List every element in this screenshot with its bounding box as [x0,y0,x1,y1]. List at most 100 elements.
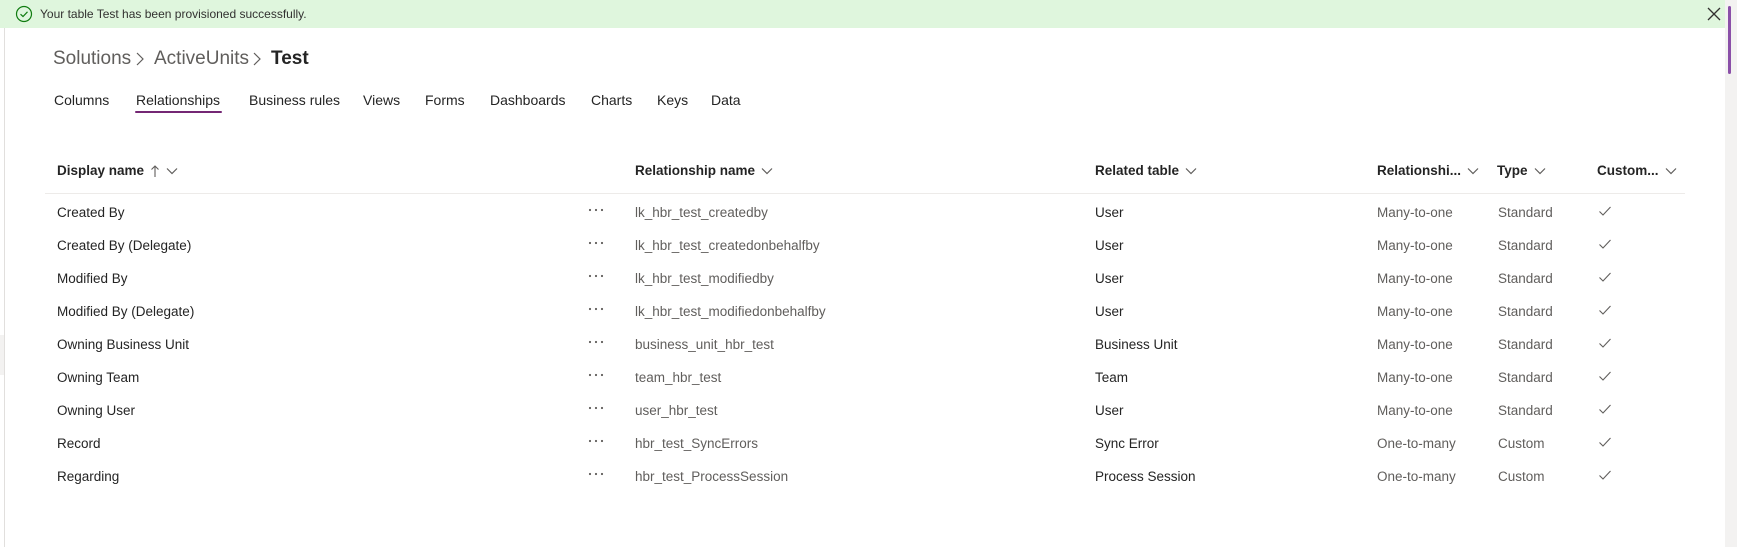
chevron-down-icon [1665,167,1676,174]
cell-related-table: Process Session [1095,469,1196,484]
cell-relationship-name: lk_hbr_test_modifiedby [635,271,774,286]
column-header-label: Relationship name [635,163,756,178]
tab-views[interactable]: Views [363,92,400,108]
cell-relationship-name: team_hbr_test [635,370,722,385]
table-row[interactable]: Owning Business Unit business_unit_hbr_t… [45,328,1685,361]
column-header-relationship-name[interactable]: Relationship name [635,163,773,178]
table-row[interactable]: Owning User user_hbr_test User Many-to-o… [45,394,1685,427]
table-row[interactable]: Regarding hbr_test_ProcessSession Proces… [45,460,1685,493]
column-header-relationship-type[interactable]: Relationshi... [1377,163,1479,178]
cell-relationship-type: Many-to-one [1377,238,1453,253]
chevron-right-icon [253,52,261,66]
more-options-icon[interactable] [586,433,606,449]
cell-related-table: User [1095,205,1124,220]
cell-type: Standard [1498,238,1553,253]
tab-columns[interactable]: Columns [54,92,109,108]
table-row[interactable]: Modified By (Delegate) lk_hbr_test_modif… [45,295,1685,328]
cell-display-name[interactable]: Owning User [57,403,135,418]
column-header-customizable[interactable]: Custom... [1597,163,1677,178]
more-options-icon[interactable] [586,400,606,416]
breadcrumb-solutions[interactable]: Solutions [53,48,131,70]
left-divider [4,28,5,547]
cell-relationship-name: user_hbr_test [635,403,718,418]
cell-type: Standard [1498,205,1553,220]
cell-relationship-type: One-to-many [1377,469,1456,484]
close-icon[interactable] [1704,4,1724,24]
more-options-icon[interactable] [586,334,606,350]
cell-relationship-name: hbr_test_SyncErrors [635,436,759,451]
checkmark-icon [1599,371,1611,381]
breadcrumb-activeunits[interactable]: ActiveUnits [154,48,249,70]
column-header-related-table[interactable]: Related table [1095,163,1197,178]
chevron-down-icon [1467,167,1479,174]
cell-related-table: User [1095,403,1124,418]
tab-forms[interactable]: Forms [425,92,465,108]
column-header-label: Relationshi... [1377,163,1462,178]
cell-relationship-type: Many-to-one [1377,370,1453,385]
column-header-label: Custom... [1597,163,1659,178]
vertical-scrollbar[interactable] [1725,0,1737,547]
cell-relationship-type: Many-to-one [1377,337,1453,352]
cell-type: Custom [1498,436,1545,451]
cell-relationship-name: lk_hbr_test_modifiedonbehalfby [635,304,826,319]
success-check-circle-icon [15,5,33,23]
cell-relationship-name: hbr_test_ProcessSession [635,469,789,484]
cell-related-table: User [1095,238,1124,253]
cell-related-table: Business Unit [1095,337,1178,352]
chevron-down-icon [1185,167,1197,174]
cell-related-table: Team [1095,370,1129,385]
checkmark-icon [1599,305,1611,315]
header-divider [45,193,1685,194]
cell-related-table: User [1095,304,1124,319]
tab-keys[interactable]: Keys [657,92,688,108]
chevron-down-icon [761,167,773,174]
table-row[interactable]: Owning Team team_hbr_test Team Many-to-o… [45,361,1685,394]
cell-relationship-name: lk_hbr_test_createdonbehalfby [635,238,820,253]
checkmark-icon [1599,272,1611,282]
tab-dashboards[interactable]: Dashboards [490,92,566,108]
cell-relationship-type: Many-to-one [1377,403,1453,418]
cell-relationship-type: Many-to-one [1377,271,1453,286]
column-header-display-name[interactable]: Display name [57,163,178,178]
cell-display-name[interactable]: Created By [57,205,125,220]
cell-type: Standard [1498,271,1553,286]
more-options-icon[interactable] [586,235,606,251]
table-row[interactable]: Modified By lk_hbr_test_modifiedby User … [45,262,1685,295]
chevron-down-icon [1534,167,1545,174]
tab-data[interactable]: Data [711,92,741,108]
cell-type: Standard [1498,337,1553,352]
cell-display-name[interactable]: Modified By [57,271,128,286]
chevron-down-icon [166,167,178,174]
more-options-icon[interactable] [586,202,606,218]
cell-display-name[interactable]: Regarding [57,469,119,484]
more-options-icon[interactable] [586,466,606,482]
cell-display-name[interactable]: Owning Team [57,370,139,385]
tab-charts[interactable]: Charts [591,92,632,108]
scrollbar-thumb[interactable] [1728,6,1731,74]
cell-relationship-type: One-to-many [1377,436,1456,451]
table-row[interactable]: Created By lk_hbr_test_createdby User Ma… [45,196,1685,229]
cell-relationship-name: business_unit_hbr_test [635,337,774,352]
column-header-label: Type [1497,163,1528,178]
table-row[interactable]: Record hbr_test_SyncErrors Sync Error On… [45,427,1685,460]
checkmark-icon [1599,338,1611,348]
cell-relationship-type: Many-to-one [1377,304,1453,319]
cell-type: Custom [1498,469,1545,484]
checkmark-icon [1599,404,1611,414]
cell-type: Standard [1498,304,1553,319]
column-header-type[interactable]: Type [1497,163,1546,178]
more-options-icon[interactable] [586,301,606,317]
cell-display-name[interactable]: Created By (Delegate) [57,238,191,253]
tab-relationships[interactable]: Relationships [136,92,220,108]
cell-display-name[interactable]: Modified By (Delegate) [57,304,194,319]
checkmark-icon [1599,470,1611,480]
table-row[interactable]: Created By (Delegate) lk_hbr_test_create… [45,229,1685,262]
cell-display-name[interactable]: Owning Business Unit [57,337,189,352]
more-options-icon[interactable] [586,268,606,284]
tab-business-rules[interactable]: Business rules [249,92,340,108]
left-panel-edge [0,335,4,375]
column-header-label: Related table [1095,163,1180,178]
more-options-icon[interactable] [586,367,606,383]
cell-display-name[interactable]: Record [57,436,101,451]
checkmark-icon [1599,239,1611,249]
